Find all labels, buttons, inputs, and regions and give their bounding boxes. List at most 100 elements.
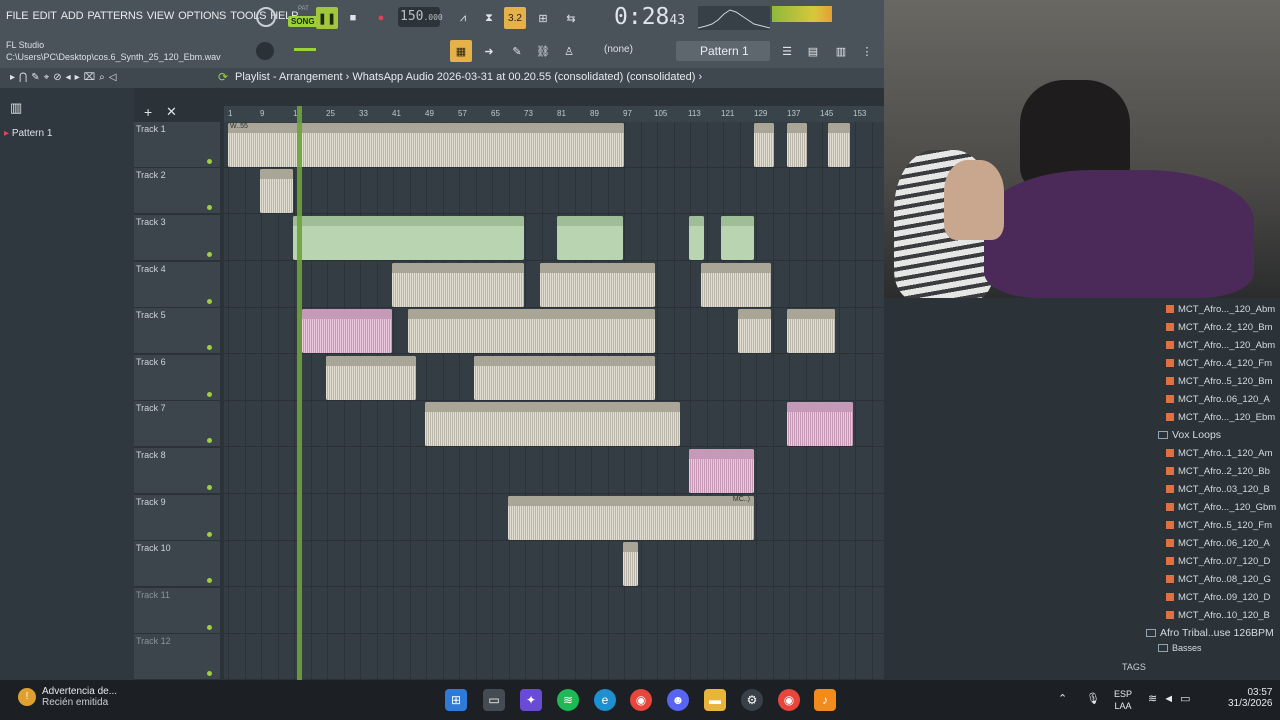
browser-file[interactable]: MCT_Afro..._120_Abm — [1166, 336, 1280, 354]
browser-file[interactable]: MCT_Afro..06_120_A — [1166, 534, 1280, 552]
notification[interactable]: ! Advertencia de... Recién emitida — [18, 686, 117, 708]
browser-file[interactable]: MCT_Afro..09_120_D — [1166, 588, 1280, 606]
audio-clip[interactable] — [787, 402, 853, 446]
browser-file[interactable]: MCT_Afro..06_120_A — [1166, 390, 1280, 408]
piano-icon[interactable]: ▥ — [10, 100, 22, 116]
audio-clip[interactable] — [540, 263, 655, 307]
browser-file[interactable]: MCT_Afro..5_120_Fm — [1166, 516, 1280, 534]
browser-file[interactable]: MCT_Afro..5_120_Bm — [1166, 372, 1280, 390]
browser-file[interactable]: MCT_Afro..2_120_Bm — [1166, 318, 1280, 336]
add-track-icon[interactable]: + — [144, 104, 152, 120]
pencil-icon[interactable]: ✎ — [506, 40, 528, 62]
task-view-icon[interactable]: ▭ — [483, 689, 505, 711]
browser-file[interactable]: MCT_Afro..1_120_Am — [1166, 444, 1280, 462]
file-explorer-icon[interactable]: ▬ — [704, 689, 726, 711]
chrome-profile-icon[interactable]: ◉ — [778, 689, 800, 711]
tags-label[interactable]: TAGS — [1122, 662, 1146, 672]
audio-clip[interactable] — [425, 402, 680, 446]
playlist-grid[interactable]: W..55 MC..) — [224, 122, 884, 680]
playlist-play-icon[interactable]: ⟳ — [218, 70, 228, 84]
menu-add[interactable]: ADD — [59, 10, 86, 22]
pause-icon[interactable]: ❚❚ — [316, 7, 338, 29]
mute-led[interactable] — [207, 532, 212, 537]
typing-keyboard-icon[interactable]: ⊞ — [532, 7, 554, 29]
mute-led[interactable] — [207, 485, 212, 490]
browser-file[interactable]: MCT_Afro..08_120_G — [1166, 570, 1280, 588]
audio-clip[interactable] — [557, 216, 623, 260]
menu-patterns[interactable]: PATTERNS — [85, 10, 144, 22]
audio-clip[interactable] — [754, 123, 774, 167]
track-header[interactable]: Track 9 — [134, 495, 220, 541]
system-tray-icons[interactable]: ≋◄▭ — [1148, 692, 1197, 705]
mute-led[interactable] — [207, 438, 212, 443]
tempo-display[interactable]: 150.000 — [398, 7, 443, 27]
track-header[interactable]: Track 12 — [134, 634, 220, 680]
playlist-icon[interactable]: ▦ — [450, 40, 472, 62]
audio-clip[interactable] — [302, 309, 392, 353]
audio-clip[interactable] — [689, 449, 754, 493]
settings-icon[interactable]: ⚙ — [741, 689, 763, 711]
fl-studio-icon[interactable]: ♪ — [814, 689, 836, 711]
track-lane[interactable] — [224, 448, 884, 494]
mute-led[interactable] — [207, 252, 212, 257]
chrome-icon[interactable]: ◉ — [630, 689, 652, 711]
audio-clip[interactable] — [787, 309, 835, 353]
song-mode-toggle[interactable]: PAT SONG — [288, 6, 318, 30]
track-header[interactable]: Track 10 — [134, 541, 220, 587]
audio-clip[interactable] — [787, 123, 807, 167]
audio-clip[interactable] — [293, 216, 524, 260]
audio-clip[interactable] — [408, 309, 655, 353]
stamp-icon[interactable]: ♙ — [558, 40, 580, 62]
audio-clip[interactable] — [721, 216, 754, 260]
timeline-ruler[interactable]: 1 9 17 25 33 41 49 57 65 73 81 89 97 105… — [224, 106, 884, 122]
arrow-icon[interactable]: ➜ — [478, 40, 500, 62]
track-header[interactable]: Track 11 — [134, 588, 220, 634]
track-lane[interactable] — [224, 588, 884, 634]
mute-led[interactable] — [207, 205, 212, 210]
browser-folder[interactable]: Basses — [1158, 642, 1280, 654]
clock[interactable]: 03:57 31/3/2026 — [1228, 687, 1273, 709]
track-lane[interactable] — [224, 634, 884, 680]
audio-clip[interactable] — [260, 169, 293, 213]
browser-file[interactable]: MCT_Afro..2_120_Bb — [1166, 462, 1280, 480]
track-header[interactable]: Track 3 — [134, 215, 220, 261]
pattern-item[interactable]: Pattern 1 — [12, 128, 53, 139]
snap-selector[interactable]: (none) — [604, 44, 633, 55]
audio-clip[interactable] — [828, 123, 850, 167]
track-lane[interactable] — [224, 541, 884, 587]
menu-file[interactable]: FILE — [4, 10, 30, 22]
channel-rack-icon[interactable]: ▤ — [802, 40, 824, 62]
menu-edit[interactable]: EDIT — [30, 10, 58, 22]
piano-roll-icon[interactable]: ▥ — [830, 40, 852, 62]
track-header[interactable]: Track 6 — [134, 355, 220, 401]
mute-led[interactable] — [207, 625, 212, 630]
link-icon[interactable]: ⛓ — [532, 40, 554, 62]
browser-folder[interactable]: Vox Loops — [1158, 426, 1280, 444]
close-icon[interactable]: ✕ — [166, 104, 177, 120]
track-header[interactable]: Track 7 — [134, 401, 220, 447]
browser-file[interactable]: MCT_Afro..10_120_B — [1166, 606, 1280, 624]
track-header[interactable]: Track 1 — [134, 122, 220, 168]
audio-clip[interactable] — [474, 356, 655, 400]
audio-clip[interactable]: MC..) — [508, 496, 754, 540]
browser-file[interactable]: MCT_Afro..03_120_B — [1166, 480, 1280, 498]
spotify-icon[interactable]: ≋ — [557, 689, 579, 711]
mute-led[interactable] — [207, 578, 212, 583]
browser-file[interactable]: MCT_Afro..._120_Gbm — [1166, 498, 1280, 516]
menu-view[interactable]: VIEW — [145, 10, 176, 22]
browser-folder[interactable]: Afro Tribal..use 126BPM — [1146, 624, 1280, 642]
microphone-icon[interactable]: 🎙 — [1086, 692, 1100, 705]
discord-icon[interactable]: ☻ — [667, 689, 689, 711]
chevron-up-icon[interactable]: ⌃ — [1058, 692, 1067, 705]
audio-clip[interactable] — [689, 216, 704, 260]
browser-file[interactable]: MCT_Afro..._120_Ebm — [1166, 408, 1280, 426]
browser-file[interactable]: MCT_Afro..._120_Abm — [1166, 300, 1280, 318]
track-header[interactable]: Track 4 — [134, 262, 220, 308]
playlist-tools[interactable]: ▸⋂✎⌖⊘◂▸⌧⌕◁ — [10, 72, 120, 83]
playhead[interactable] — [297, 106, 302, 680]
track-header[interactable]: Track 8 — [134, 448, 220, 494]
master-volume-knob[interactable] — [256, 42, 274, 60]
copilot-icon[interactable]: ✦ — [520, 689, 542, 711]
mute-led[interactable] — [207, 345, 212, 350]
browser-file[interactable]: MCT_Afro..4_120_Fm — [1166, 354, 1280, 372]
